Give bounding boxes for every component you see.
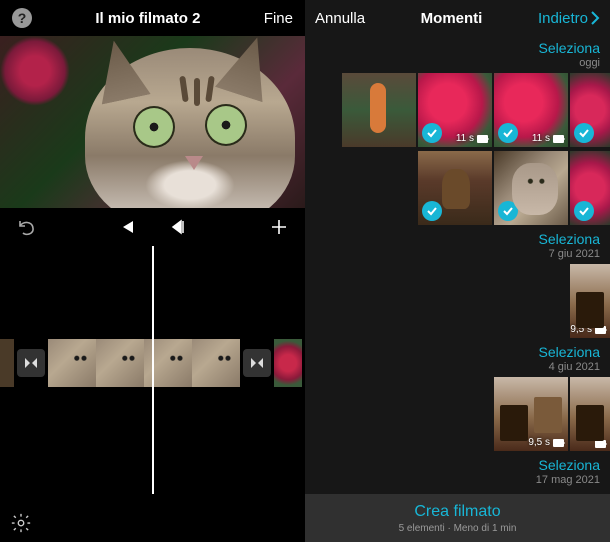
timeline-clip[interactable] [192, 339, 240, 387]
video-icon [595, 440, 606, 448]
section-header: Seleziona17 mag 2021 [305, 453, 610, 488]
create-movie-subtitle: 5 elementi · Meno di 1 min [399, 523, 517, 534]
add-icon[interactable] [269, 217, 289, 237]
video-icon [553, 135, 564, 143]
media-thumbnail[interactable]: 11 s [418, 73, 492, 147]
transition-button[interactable] [17, 349, 45, 377]
media-thumbnail[interactable] [570, 73, 610, 147]
checkmark-icon [498, 123, 518, 143]
media-thumbnail[interactable]: 9,5 s [570, 264, 610, 338]
media-thumbnail[interactable] [570, 151, 610, 225]
editor-pane: Fine Il mio filmato 2 ? [0, 0, 305, 542]
media-thumbnail[interactable] [342, 73, 416, 147]
create-movie-label: Crea filmato [414, 503, 500, 521]
media-thumbnail[interactable] [418, 151, 492, 225]
done-button[interactable]: Fine [264, 10, 293, 27]
timeline-clip[interactable] [274, 339, 302, 387]
section-header: Seleziona4 giu 2021 [305, 340, 610, 375]
video-icon [553, 439, 564, 447]
checkmark-icon [574, 201, 594, 221]
thumbnail-grid [305, 149, 610, 227]
section-date: 4 giu 2021 [305, 361, 600, 373]
project-title: Il mio filmato 2 [95, 10, 200, 27]
chevron-right-icon [590, 10, 600, 26]
transition-button[interactable] [243, 349, 271, 377]
thumbnail-grid: 9,5 s [305, 375, 610, 453]
select-button[interactable]: Seleziona [305, 231, 600, 247]
video-icon [477, 135, 488, 143]
playhead[interactable] [152, 246, 154, 494]
create-movie-button[interactable]: Crea filmato 5 elementi · Meno di 1 min [305, 494, 610, 542]
video-duration: 9,5 s [570, 324, 606, 335]
media-picker-pane: Indietro Momenti Annulla Selezionaoggi11… [305, 0, 610, 542]
media-thumbnail[interactable] [570, 377, 610, 451]
checkmark-icon [498, 201, 518, 221]
checkmark-icon [422, 201, 442, 221]
select-button[interactable]: Seleziona [305, 457, 600, 473]
section-date: oggi [305, 57, 600, 69]
thumbnail-grid: 9,5 s [305, 262, 610, 340]
play-icon[interactable] [120, 219, 136, 235]
video-duration: 11 s [532, 133, 564, 144]
skip-start-icon[interactable] [170, 219, 186, 235]
timeline-clip[interactable] [96, 339, 144, 387]
select-button[interactable]: Seleziona [305, 344, 600, 360]
gear-icon[interactable] [10, 512, 32, 534]
video-duration: 11 s [456, 133, 488, 144]
section-header: Selezionaoggi [305, 36, 610, 71]
cancel-button[interactable]: Annulla [315, 10, 365, 27]
section-header: Seleziona7 giu 2021 [305, 227, 610, 262]
video-duration [592, 440, 606, 448]
thumbnail-grid: 11 s 11 s [305, 71, 610, 149]
timeline[interactable] [0, 246, 305, 542]
section-date: 7 giu 2021 [305, 248, 600, 260]
picker-header: Indietro Momenti Annulla [305, 0, 610, 36]
playback-controls [0, 208, 305, 246]
media-thumbnail[interactable]: 11 s [494, 73, 568, 147]
video-duration: 9,5 s [528, 437, 564, 448]
checkmark-icon [574, 123, 594, 143]
picker-title: Momenti [421, 10, 483, 27]
media-thumbnail[interactable]: 9,5 s [494, 377, 568, 451]
back-button[interactable]: Indietro [538, 10, 600, 27]
undo-icon[interactable] [16, 218, 36, 236]
select-button[interactable]: Seleziona [305, 40, 600, 56]
help-button[interactable]: ? [12, 8, 32, 28]
checkmark-icon [422, 123, 442, 143]
video-icon [595, 326, 606, 334]
media-thumbnail[interactable] [494, 151, 568, 225]
section-date: 17 mag 2021 [305, 474, 600, 486]
timeline-clip[interactable] [48, 339, 96, 387]
timeline-clip[interactable] [0, 339, 14, 387]
editor-header: Fine Il mio filmato 2 ? [0, 0, 305, 36]
moments-list: Selezionaoggi11 s11 sSeleziona7 giu 2021… [305, 36, 610, 488]
video-preview[interactable] [0, 36, 305, 208]
